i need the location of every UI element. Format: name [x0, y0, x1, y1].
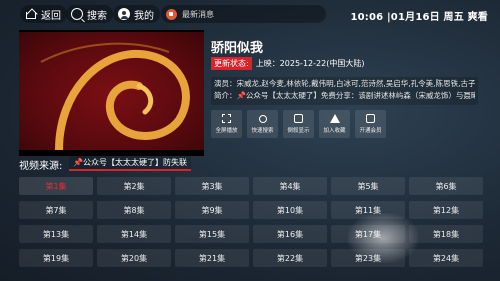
source-selector[interactable]: 📌公众号【太太太硬了】防失联	[69, 156, 191, 171]
episode-button[interactable]: 第1集	[19, 177, 93, 195]
episode-button[interactable]: 第10集	[253, 201, 327, 219]
episode-button[interactable]: 第21集	[175, 249, 249, 267]
episode-button[interactable]: 第18集	[409, 225, 483, 243]
episode-button[interactable]: 第2集	[97, 177, 171, 195]
episode-button[interactable]: 第5集	[331, 177, 405, 195]
intro-text: 简介：📌公众号【太太太硬了】免费分享：该剧讲述林屿森（宋威龙饰）与聂曦光...	[214, 91, 475, 100]
episode-button[interactable]: 第24集	[409, 249, 483, 267]
search-icon	[71, 8, 83, 20]
fullscreen-label: 全屏播放	[215, 128, 238, 134]
reverse-order-button[interactable]: 倒叙显示	[283, 110, 314, 138]
source-label: 视频来源:	[19, 161, 63, 172]
episode-button[interactable]: 第11集	[331, 201, 405, 219]
episode-grid: 第1集 第2集 第3集 第4集 第5集 第6集 第7集 第8集 第9集 第10集 第11集 第12集第…	[19, 177, 487, 267]
episode-button[interactable]: 第9集	[175, 201, 249, 219]
vip-icon	[366, 114, 375, 123]
episode-button[interactable]: 第20集	[97, 249, 171, 267]
news-ticker[interactable]: 最新消息	[161, 5, 326, 23]
fullscreen-button[interactable]: 全屏播放	[211, 110, 242, 138]
top-bar: 返回 搜索 我的 最新消息 10:06 |01月16日 周五 爽看	[0, 0, 500, 28]
cast-text: 演员：宋威龙,赵今麦,林依轮,戴伟明,白冰可,范诗然,吴启华,孔令美,陈思铁,古…	[214, 79, 475, 88]
episode-button[interactable]: 第6集	[409, 177, 483, 195]
episode-button[interactable]: 第8集	[97, 201, 171, 219]
action-buttons: 全屏播放 快速搜索 倒叙显示 加入收藏 开通会员	[211, 110, 391, 138]
favorite-label: 加入收藏	[323, 128, 346, 134]
vip-label: 开通会员	[359, 128, 382, 134]
quick-search-button[interactable]: 快速搜索	[247, 110, 278, 138]
episode-button[interactable]: 第13集	[19, 225, 93, 243]
status-row: 更新状态: 上映：2025-12-22(中国大陆)	[211, 57, 364, 70]
back-label: 返回	[41, 10, 61, 22]
episode-button[interactable]: 第4集	[253, 177, 327, 195]
mine-label: 我的	[134, 10, 154, 22]
mine-button[interactable]: 我的	[113, 5, 160, 23]
drama-title: 骄阳似我	[211, 41, 264, 56]
episode-button[interactable]: 第23集	[331, 249, 405, 267]
favorite-icon	[329, 114, 340, 123]
status-badge: 更新状态:	[211, 57, 252, 70]
info-box: 演员：宋威龙,赵今麦,林依轮,戴伟明,白冰可,范诗然,吴启华,孔令美,陈思铁,古…	[211, 77, 478, 105]
episode-button[interactable]: 第15集	[175, 225, 249, 243]
video-poster[interactable]	[19, 32, 204, 156]
reverse-order-label: 倒叙显示	[287, 128, 310, 134]
home-icon	[25, 8, 37, 20]
search-icon	[258, 114, 267, 123]
reverse-icon	[294, 114, 303, 123]
episode-button[interactable]: 第17集	[331, 225, 405, 243]
poster-swirl-graphic	[40, 42, 190, 154]
clock-status: 10:06 |01月16日 周五 爽看	[350, 12, 488, 23]
back-button[interactable]: 返回	[20, 5, 67, 23]
search-button[interactable]: 搜索	[66, 5, 113, 23]
episode-button[interactable]: 第22集	[253, 249, 327, 267]
vip-button[interactable]: 开通会员	[355, 110, 386, 138]
user-icon	[118, 8, 130, 20]
news-label: 最新消息	[182, 9, 214, 19]
episode-button[interactable]: 第7集	[19, 201, 93, 219]
quick-search-label: 快速搜索	[251, 127, 274, 134]
episode-button[interactable]: 第12集	[409, 201, 483, 219]
episode-button[interactable]: 第16集	[253, 225, 327, 243]
episode-button[interactable]: 第3集	[175, 177, 249, 195]
search-label: 搜索	[87, 10, 107, 22]
episode-button[interactable]: 第19集	[19, 249, 93, 267]
release-date: 上映：2025-12-22(中国大陆)	[255, 59, 365, 68]
episode-button[interactable]: 第14集	[97, 225, 171, 243]
fullscreen-icon	[222, 114, 231, 123]
favorite-button[interactable]: 加入收藏	[319, 110, 350, 138]
news-icon	[166, 8, 177, 20]
